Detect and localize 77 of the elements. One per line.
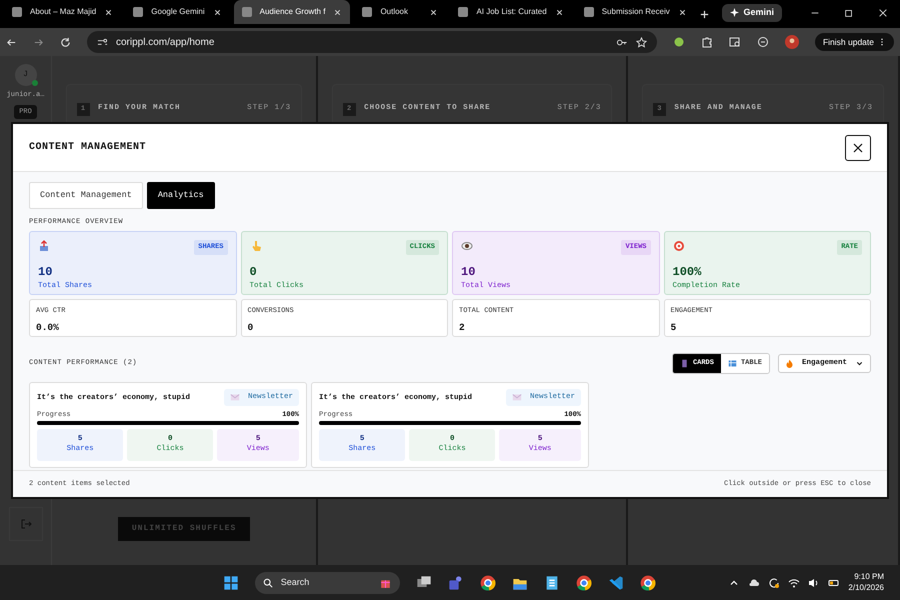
- wifi-icon[interactable]: [788, 576, 800, 588]
- tab-search-icon[interactable]: [728, 36, 741, 48]
- chrome-icon[interactable]: [576, 574, 592, 590]
- tab-favicon: [362, 7, 372, 17]
- modal-tab[interactable]: Analytics: [146, 182, 215, 209]
- close-icon[interactable]: [429, 8, 438, 16]
- click-icon: [250, 240, 262, 252]
- close-icon[interactable]: [878, 8, 888, 18]
- finish-update-button[interactable]: Finish update: [814, 32, 894, 52]
- start-icon[interactable]: [222, 574, 239, 590]
- back-icon[interactable]: [6, 36, 17, 48]
- tab-title: Outlook: [380, 6, 410, 18]
- avatar-icon[interactable]: [784, 35, 799, 49]
- share-icon: [38, 240, 50, 252]
- clock[interactable]: 9:10 PM 2/10/2026: [848, 572, 884, 593]
- browser-tab[interactable]: Outlook: [354, 0, 446, 24]
- browser-tab[interactable]: About – Maz Majid: [4, 0, 122, 24]
- cards-icon: [680, 359, 689, 368]
- chevron-down-icon: [855, 359, 864, 368]
- close-icon[interactable]: [554, 8, 564, 16]
- tab-title: Submission Receiv: [602, 6, 670, 18]
- browser-tab[interactable]: Audience Growth f: [234, 0, 350, 24]
- address-field[interactable]: corippl.com/app/home: [87, 31, 657, 53]
- site-settings-icon: [97, 36, 108, 48]
- stat-value: 10: [461, 264, 476, 281]
- tab-title: Audience Growth f: [260, 6, 326, 18]
- restore-icon[interactable]: [844, 8, 854, 18]
- modal-tab[interactable]: Content Management: [29, 182, 143, 209]
- close-icon[interactable]: [104, 8, 114, 16]
- close-icon[interactable]: [678, 8, 687, 16]
- cloud-icon[interactable]: [748, 576, 760, 588]
- close-button[interactable]: [845, 134, 871, 160]
- tab-favicon: [242, 7, 252, 17]
- browser-tab[interactable]: Submission Receiv: [576, 0, 695, 24]
- tab-title: AI Job List: Curated: [476, 6, 547, 18]
- chrome-icon[interactable]: [640, 574, 656, 590]
- metric-value: 0.0%: [36, 320, 60, 335]
- tab-title: Google Gemini: [151, 6, 205, 18]
- modal-title: CONTENT MANAGEMENT: [29, 141, 146, 155]
- metric-value: 0: [248, 320, 254, 335]
- tab-title: About – Maz Majid: [30, 6, 96, 18]
- table-icon: [728, 359, 737, 368]
- forward-icon[interactable]: [33, 36, 44, 48]
- star-icon[interactable]: [636, 36, 647, 48]
- metric-value: 2: [459, 320, 466, 335]
- tab-favicon: [584, 7, 594, 17]
- search-icon: [262, 578, 273, 588]
- view-icon: [461, 240, 473, 252]
- gemini-button[interactable]: Gemini: [722, 4, 782, 22]
- stat-value: 0: [250, 264, 258, 281]
- close-icon: [852, 142, 864, 154]
- envelope-icon: [512, 392, 522, 402]
- sparkle-icon: [730, 8, 740, 18]
- logout-icon: [20, 518, 32, 530]
- teams-icon[interactable]: [448, 574, 464, 590]
- reload-icon[interactable]: [60, 36, 71, 48]
- tab-favicon: [12, 7, 22, 17]
- puzzle-icon[interactable]: [700, 36, 713, 48]
- new-tab-icon[interactable]: [698, 9, 710, 20]
- close-icon[interactable]: [212, 8, 222, 16]
- metric-value: 5: [670, 320, 678, 335]
- close-icon[interactable]: [333, 8, 342, 16]
- taskbar-search[interactable]: Search: [254, 572, 400, 594]
- chrome-icon[interactable]: [480, 574, 496, 590]
- stat-value: 10: [38, 264, 54, 281]
- tab-favicon: [458, 7, 468, 17]
- extension-icon[interactable]: [672, 36, 685, 48]
- tab-favicon: [133, 7, 144, 17]
- stat-value: 100%: [672, 264, 702, 281]
- status-dot: [32, 80, 38, 86]
- flame-icon: [784, 359, 794, 368]
- code-editor-icon[interactable]: [608, 574, 624, 590]
- browser-tab[interactable]: Google Gemini: [125, 0, 230, 24]
- envelope-icon: [230, 392, 240, 402]
- browser-tab[interactable]: AI Job List: Curated: [450, 0, 572, 24]
- notepad-icon[interactable]: [544, 574, 560, 590]
- rate-icon: [672, 240, 684, 252]
